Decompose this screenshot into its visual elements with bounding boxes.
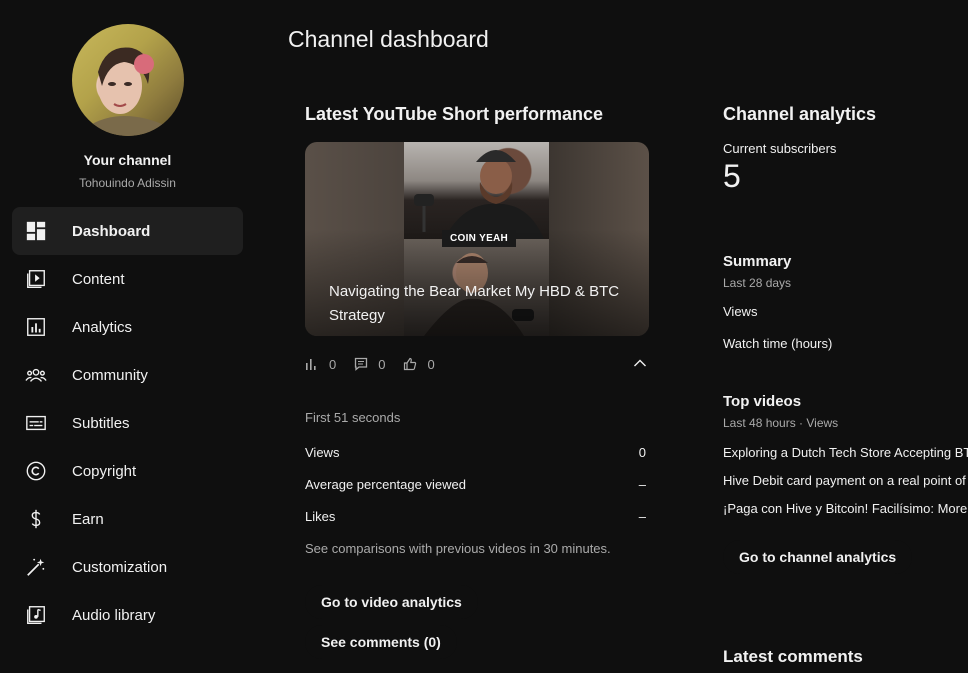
copyright-icon (24, 459, 48, 483)
summary-watch-time: Watch time (hours) (723, 336, 833, 351)
sidebar-item-dashboard[interactable]: Dashboard (12, 207, 243, 255)
top-videos-period: Last 48 hours · Views (723, 416, 839, 430)
comments-count: 0 (378, 356, 386, 372)
chevron-up-icon[interactable] (633, 356, 647, 373)
content-icon (24, 267, 48, 291)
likes-stat: 0 (403, 356, 435, 372)
channel-handle: Tohouindo Adissin (79, 176, 176, 190)
summary-views: Views (723, 304, 758, 319)
thumbnail-badge: COIN YEAH (442, 230, 517, 247)
latest-short-heading: Latest YouTube Short performance (305, 104, 604, 124)
sidebar-item-audio-library[interactable]: Audio library (12, 591, 243, 639)
analytics-icon (24, 315, 48, 339)
dashboard-icon (24, 219, 48, 243)
sidebar-item-label: Audio library (72, 606, 156, 624)
metric-label: Views (305, 445, 340, 460)
channel-analytics-card: Channel analytics Current subscribers 5 … (723, 104, 968, 667)
channel-analytics-heading: Channel analytics (723, 104, 877, 124)
comparison-note: See comparisons with previous videos in … (305, 541, 611, 556)
short-metrics: Views 0 Average percentage viewed – Like… (305, 445, 649, 541)
page-title: Channel dashboard (288, 26, 489, 52)
sidebar-item-community[interactable]: Community (12, 351, 243, 399)
summary-period: Last 28 days (723, 276, 792, 290)
views-count: 0 (329, 356, 337, 372)
sidebar-item-earn[interactable]: Earn (12, 495, 243, 543)
metric-row: Average percentage viewed – (305, 477, 649, 509)
short-thumbnail[interactable]: COIN YEAH Navigating the Bear Market My … (305, 142, 649, 336)
top-video-link[interactable]: ¡Paga con Hive y Bitcoin! Facilísimo: Mo… (723, 501, 968, 516)
latest-comments-heading: Latest comments (723, 647, 863, 666)
sidebar-item-subtitles[interactable]: Subtitles (12, 399, 243, 447)
sidebar-item-label: Customization (72, 558, 168, 576)
video-analytics-button[interactable]: Go to video analytics (305, 585, 478, 619)
top-video-link[interactable]: Hive Debit card payment on a real point … (723, 473, 968, 488)
metric-value: – (638, 509, 646, 524)
sidebar-item-label: Community (72, 366, 148, 384)
sidebar-item-content[interactable]: Content (12, 255, 243, 303)
metric-value: 0 (638, 445, 646, 460)
summary-heading: Summary (723, 253, 792, 270)
top-video-link[interactable]: Exploring a Dutch Tech Store Accepting B… (723, 445, 968, 460)
sidebar-item-label: Earn (72, 510, 104, 528)
channel-avatar[interactable] (72, 24, 184, 136)
metric-label: Likes (305, 509, 336, 524)
community-icon (24, 363, 48, 387)
latest-short-card: Latest YouTube Short performance COIN YE… (305, 104, 649, 659)
likes-count: 0 (427, 356, 435, 372)
thumbs-up-icon (404, 357, 417, 371)
comment-icon (355, 357, 368, 371)
metric-row: Views 0 (305, 445, 649, 477)
metric-row: Likes – (305, 509, 649, 541)
see-comments-button[interactable]: See comments (0) (305, 625, 457, 659)
sidebar-item-label: Copyright (72, 462, 137, 480)
subtitles-icon (24, 411, 48, 435)
channel-title: Your channel (83, 152, 172, 168)
comments-stat: 0 (354, 357, 385, 372)
subscribers-value: 5 (723, 158, 741, 194)
sidebar-item-label: Analytics (72, 318, 133, 336)
sidebar-item-customization[interactable]: Customization (12, 543, 243, 591)
magic-wand-icon (24, 555, 48, 579)
metric-label: Average percentage viewed (305, 477, 466, 492)
dollar-icon (24, 507, 48, 531)
short-stats-row: 0 0 0 (305, 350, 649, 378)
sidebar-nav: Dashboard Content Analytics Community Su… (12, 207, 243, 639)
sidebar-item-label: Dashboard (72, 222, 151, 240)
sidebar-item-label: Content (72, 270, 125, 288)
views-stat: 0 (305, 357, 336, 372)
sidebar-item-copyright[interactable]: Copyright (12, 447, 243, 495)
channel-analytics-button[interactable]: Go to channel analytics (723, 540, 913, 574)
sidebar: Your channel Tohouindo Adissin Dashboard… (0, 0, 255, 673)
sidebar-item-label: Subtitles (72, 414, 130, 432)
top-videos-heading: Top videos (723, 393, 802, 410)
metric-value: – (638, 477, 646, 492)
subscribers-label: Current subscribers (723, 141, 837, 156)
sidebar-item-analytics[interactable]: Analytics (12, 303, 243, 351)
bar-chart-icon (306, 359, 316, 370)
period-label: First 51 seconds (305, 410, 401, 425)
short-title[interactable]: Navigating the Bear Market My HBD & BTC … (329, 280, 629, 328)
music-note-icon (24, 603, 48, 627)
